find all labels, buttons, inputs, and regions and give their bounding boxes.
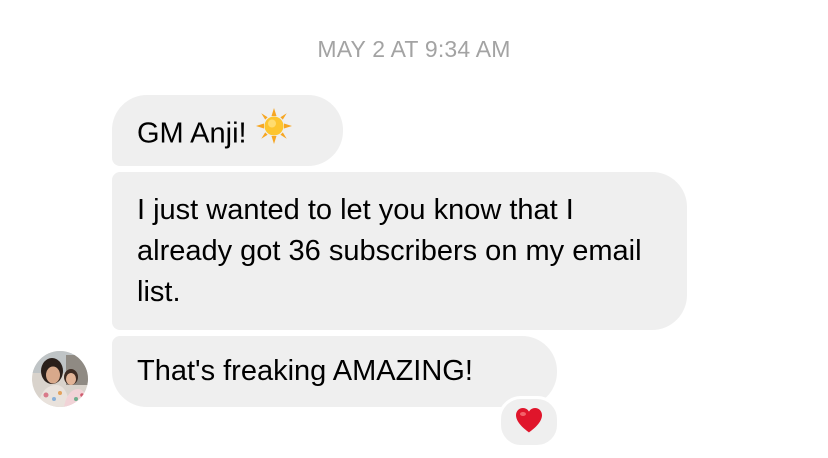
message-bubble[interactable]: GM Anji! <box>112 95 343 166</box>
message-text: That's freaking AMAZING! <box>137 355 473 387</box>
message-text: GM Anji! <box>137 117 247 150</box>
reaction-badge[interactable] <box>498 396 560 448</box>
message-bubble[interactable]: I just wanted to let you know that I alr… <box>112 172 687 330</box>
message-text: I just wanted to let you know that I alr… <box>137 194 642 308</box>
timestamp: MAY 2 AT 9:34 AM <box>317 36 511 62</box>
message-bubble[interactable]: That's freaking AMAZING! <box>112 336 557 407</box>
avatar[interactable] <box>32 351 88 407</box>
heart-icon <box>514 406 544 439</box>
sun-emoji-icon <box>255 107 293 157</box>
message-thread: MAY 2 AT 9:34 AM GM Anji! I just wanted … <box>0 0 828 458</box>
